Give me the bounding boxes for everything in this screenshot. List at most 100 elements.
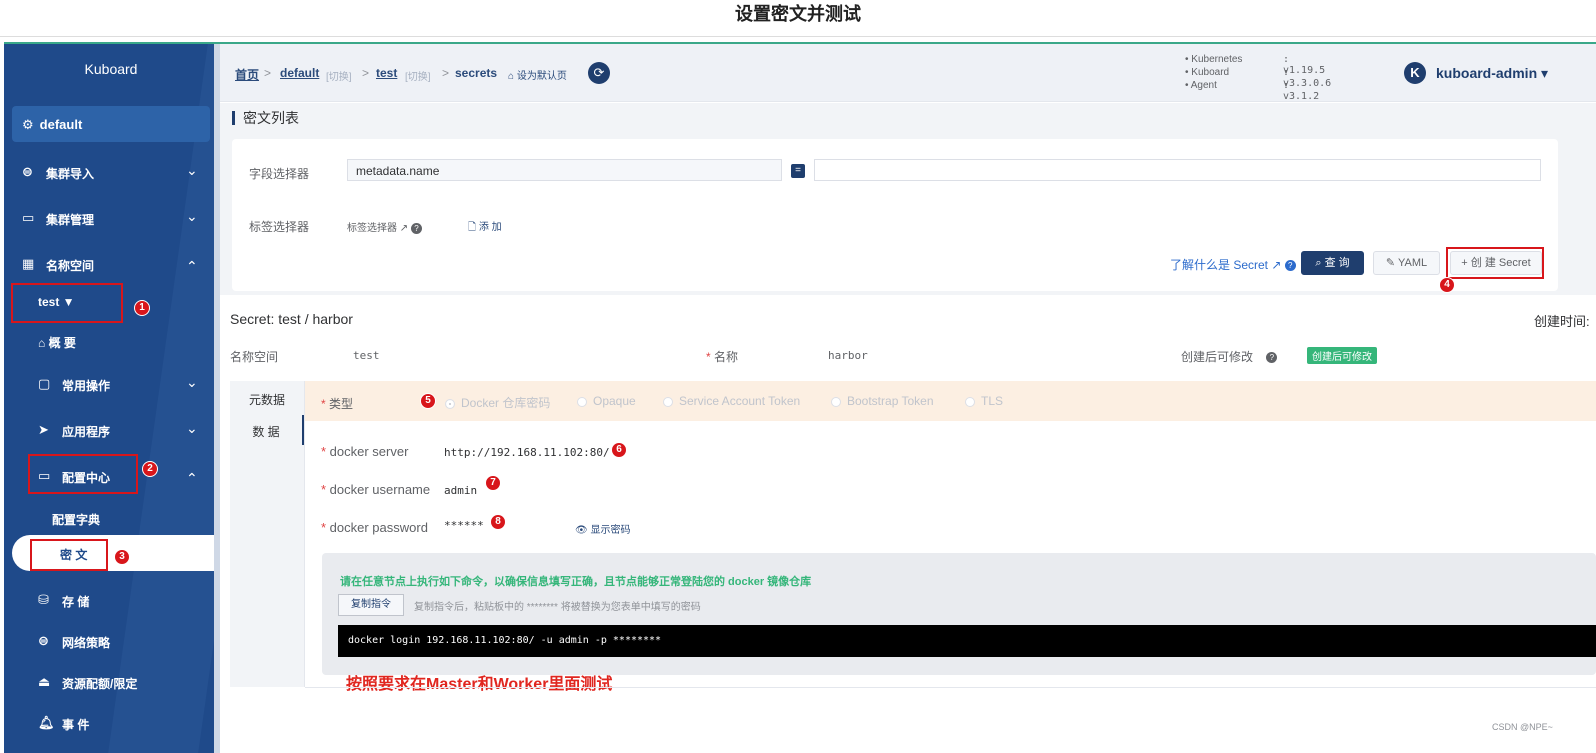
version-value: : v3.1.2 xyxy=(1283,80,1320,102)
name-label-text: 名称 xyxy=(714,350,739,364)
help-icon[interactable]: ? xyxy=(1284,260,1296,272)
tab-metadata[interactable]: 元数据 xyxy=(230,391,304,408)
help-icon[interactable]: ? xyxy=(410,222,422,234)
type-radio-sa-token[interactable]: Service Account Token xyxy=(663,394,800,408)
field-selector-input[interactable]: metadata.name xyxy=(347,159,782,181)
chevron-up-icon: ⌃ xyxy=(186,258,198,274)
sidebar-item-overview[interactable]: ⌂ 概 要 xyxy=(38,334,76,351)
radio-dot xyxy=(445,398,455,409)
marker-3: 3 xyxy=(114,549,130,565)
sidebar-item-quota[interactable]: ⏏ 资源配额/限定 xyxy=(4,664,218,700)
radio-label: Bootstrap Token xyxy=(847,394,934,408)
radio-label: Opaque xyxy=(593,394,636,408)
breadcrumb-separator: > xyxy=(264,66,272,80)
annotation-box-3 xyxy=(30,539,108,571)
cluster-selector-label: default xyxy=(39,117,83,132)
sidebar-item-label: 事 件 xyxy=(62,718,90,732)
sidebar-item-cluster-manage[interactable]: ▭ 集群管理 ⌄ xyxy=(4,200,218,236)
operator-button[interactable]: = xyxy=(791,164,805,178)
help-icon[interactable]: ? xyxy=(1266,352,1278,364)
command-terminal[interactable]: docker login 192.168.11.102:80/ -u admin… xyxy=(338,625,1596,657)
sidebar-item-label: 集群管理 xyxy=(46,213,95,227)
bell-icon: 🔔︎ xyxy=(38,715,55,730)
breadcrumb-separator: > xyxy=(362,66,370,80)
annotation-box-1 xyxy=(11,283,123,323)
command-tip: 请在任意节点上执行如下命令，以确保信息填写正确，且节点能够正常登陆您的 dock… xyxy=(340,576,812,588)
version-row: • Kubernetes: v1.19.5 xyxy=(1185,54,1326,76)
sidebar-item-label: 常用操作 xyxy=(62,379,111,393)
switch-namespace-link[interactable]: [切换] xyxy=(405,68,431,83)
sidebar-item-network-policy[interactable]: ⊜ 网络策略 xyxy=(4,623,218,659)
watermark: CSDN @NPE~ xyxy=(1492,722,1553,732)
add-label-button[interactable]: 🗋 添 加 xyxy=(468,218,502,237)
sidebar-item-common-ops[interactable]: ▢ 常用操作 ⌄ xyxy=(4,366,218,402)
switch-cluster-link[interactable]: [切换] xyxy=(326,68,352,83)
marker-7: 7 xyxy=(485,475,501,491)
sidebar-item-events[interactable]: 🔔︎ 事 件 xyxy=(4,705,218,741)
folder-icon: ▢ xyxy=(38,376,51,391)
sidebar-item-apps[interactable]: ➤ 应用程序 ⌄ xyxy=(4,412,218,448)
detail-title: Secret: test / harbor xyxy=(230,311,353,327)
learn-secret-text: 了解什么是 Secret ↗ xyxy=(1170,258,1282,272)
sidebar-item-label: 应用程序 xyxy=(62,425,111,439)
show-password-button[interactable]: 👁 显示密码 xyxy=(575,521,630,536)
sidebar-item-label: 名称空间 xyxy=(46,259,95,273)
set-default-label: 设为默认页 xyxy=(516,71,567,82)
docker-username-label: * docker username xyxy=(321,482,431,497)
refresh-icon[interactable]: ⟳ xyxy=(588,62,610,84)
user-menu[interactable]: Kkuboard-admin ▾ xyxy=(1404,62,1548,86)
editable-label-text: 创建后可修改 xyxy=(1181,350,1254,364)
annotation-text: 按照要求在Master和Worker里面测试 xyxy=(346,676,613,693)
type-label: * 类型 xyxy=(321,397,354,411)
learn-secret-link[interactable]: 了解什么是 Secret ↗ ? xyxy=(1170,256,1296,273)
tab-data[interactable]: 数 据 xyxy=(230,415,304,445)
quota-icon: ⏏ xyxy=(38,674,51,689)
brand-logo: Kuboard xyxy=(84,61,138,77)
sidebar-item-label: 概 要 xyxy=(48,336,76,350)
editable-badge: 创建后可修改 xyxy=(1307,347,1377,364)
filter-card: 字段选择器 metadata.name = 标签选择器 标签选择器 ↗ ? 🗋 … xyxy=(232,139,1558,293)
home-icon: ⌂ xyxy=(508,71,517,82)
chevron-down-icon: ⌄ xyxy=(186,374,198,390)
field-value-input[interactable] xyxy=(814,159,1541,181)
divider xyxy=(0,36,1596,37)
set-default-link[interactable]: ⌂ 设为默认页 xyxy=(508,67,567,82)
query-button[interactable]: ⌕ 查 询 xyxy=(1301,251,1364,275)
editable-label: 创建后可修改 ? xyxy=(1181,348,1278,365)
version-name: Kubernetes xyxy=(1191,54,1243,65)
cluster-selector[interactable]: ⚙ default xyxy=(12,106,210,142)
user-name: kuboard-admin ▾ xyxy=(1436,64,1549,81)
sidebar-item-label: 存 储 xyxy=(62,595,90,609)
sidebar-item-configmap[interactable]: 配置字典 xyxy=(52,511,100,528)
breadcrumb-cluster[interactable]: default xyxy=(280,66,319,80)
radio-dot xyxy=(577,396,587,407)
chevron-up-icon: ⌃ xyxy=(186,470,198,486)
docker-username-value: admin xyxy=(444,484,478,497)
chevron-down-icon: ⌄ xyxy=(186,208,198,224)
divider xyxy=(305,687,1596,688)
label-selector-label: 标签选择器 xyxy=(249,220,310,234)
label-selector-hint-text: 标签选择器 ↗ xyxy=(347,223,409,234)
breadcrumb-home[interactable]: 首页 xyxy=(235,66,259,83)
docker-server-value: http://192.168.11.102:80/ xyxy=(444,446,610,459)
copy-command-button[interactable]: 复制指令 xyxy=(338,594,404,616)
version-row: • Kuboard: v3.3.0.6 xyxy=(1185,67,1332,89)
sidebar-item-storage[interactable]: ⛁ 存 储 xyxy=(4,582,218,618)
chevron-down-icon: ⌄ xyxy=(186,420,198,436)
breadcrumb-separator: > xyxy=(442,66,450,80)
cluster-import-icon: ⊜ xyxy=(22,164,33,179)
radio-dot xyxy=(663,396,673,407)
type-radio-bootstrap[interactable]: Bootstrap Token xyxy=(831,394,934,408)
docker-password-label: * docker password xyxy=(321,520,428,535)
radio-label: Docker 仓库密码 xyxy=(461,396,551,410)
type-radio-opaque[interactable]: Opaque xyxy=(577,394,636,408)
breadcrumb-namespace[interactable]: test xyxy=(376,66,397,80)
sidebar-item-label: 集群导入 xyxy=(46,167,95,181)
type-radio-tls[interactable]: TLS xyxy=(965,394,1003,408)
name-value: harbor xyxy=(828,349,868,362)
type-radio-docker[interactable]: Docker 仓库密码 xyxy=(445,394,550,411)
name-label: * 名称 xyxy=(706,350,739,364)
sidebar-item-cluster-import[interactable]: ⊜ 集群导入 ⌄ xyxy=(4,154,218,190)
sidebar-item-namespace[interactable]: ▦ 名称空间 ⌃ xyxy=(4,246,218,282)
yaml-button[interactable]: ✎ YAML xyxy=(1373,251,1440,275)
